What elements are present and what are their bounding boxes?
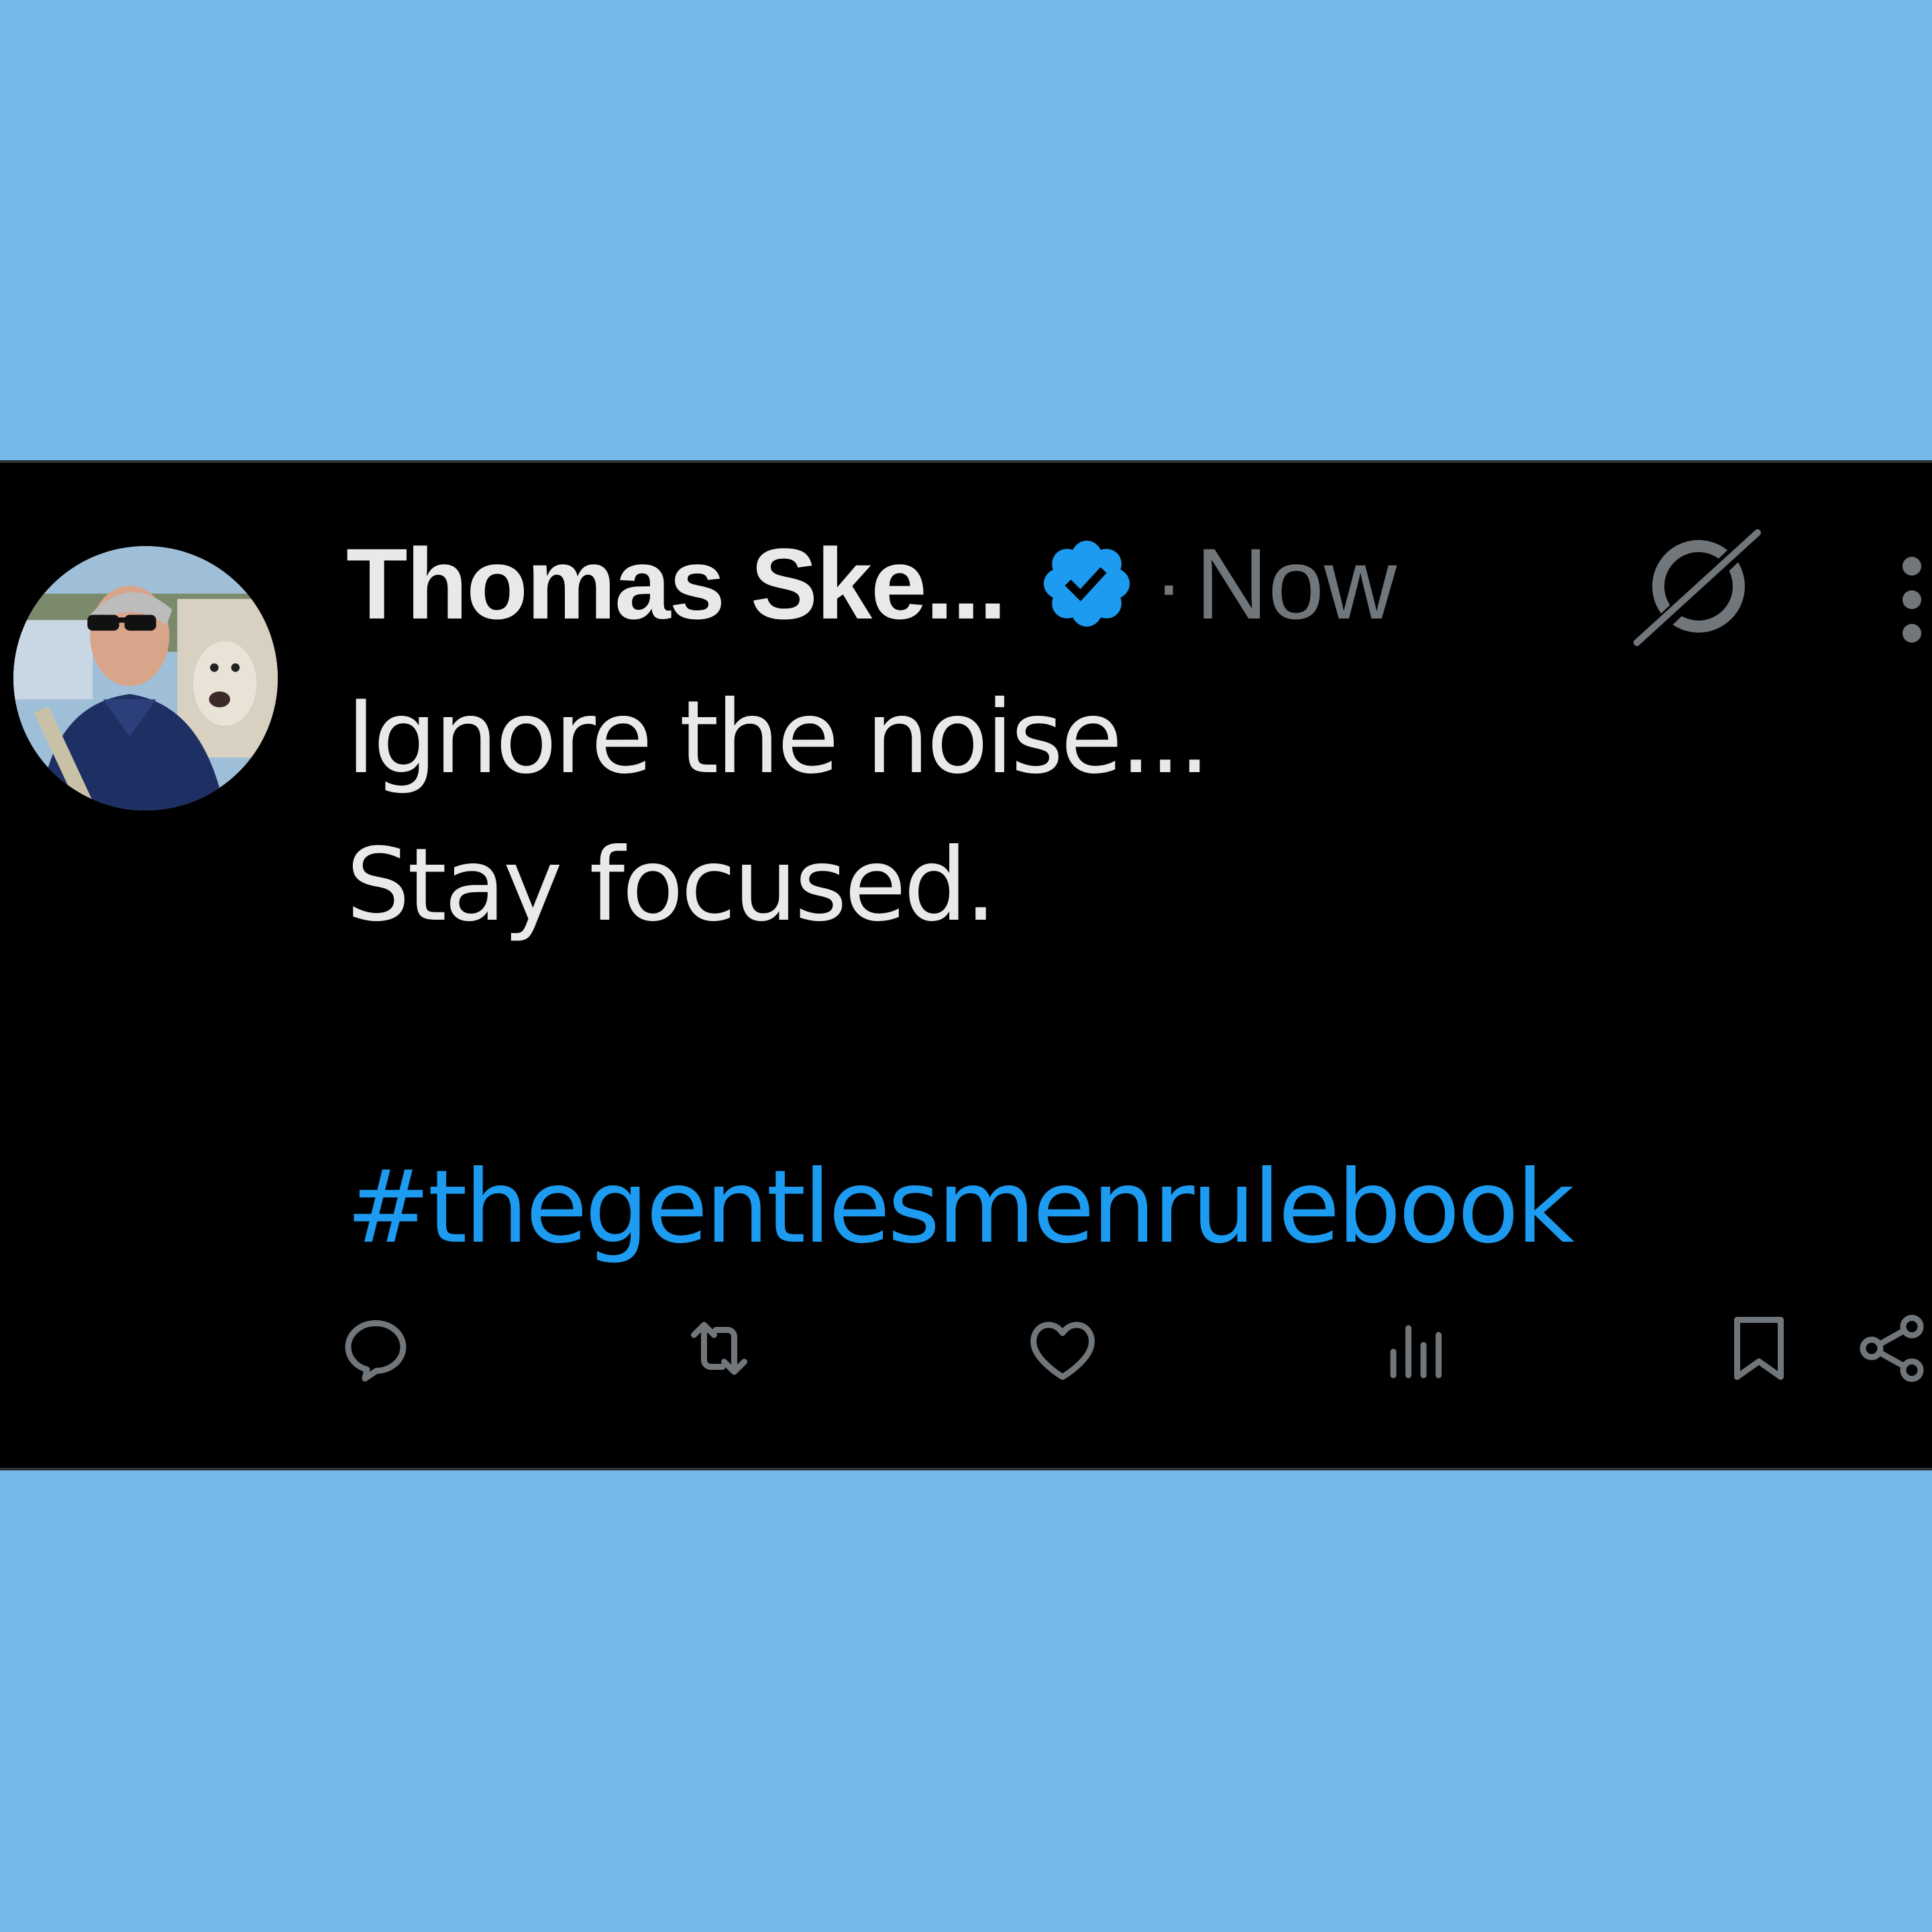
verified-badge-icon: [1043, 540, 1130, 627]
tweet-line-2: Stay focused.: [346, 827, 997, 944]
avatar-photo: [13, 546, 278, 810]
timestamp[interactable]: Now: [1195, 526, 1397, 642]
grok-icon[interactable]: [1629, 527, 1763, 648]
views-icon: [1390, 1325, 1442, 1379]
header-separator: ·: [1154, 535, 1183, 633]
share-icon: [1860, 1315, 1924, 1382]
views-button[interactable]: [1377, 1308, 1457, 1389]
tweet-text: Ignore the noise... Stay focused.: [346, 664, 1210, 959]
like-icon: [1030, 1322, 1095, 1380]
bookmark-icon: [1734, 1317, 1784, 1380]
retweet-icon: [691, 1322, 747, 1375]
more-icon[interactable]: [1892, 553, 1932, 647]
reply-button[interactable]: [335, 1308, 416, 1389]
avatar[interactable]: [13, 546, 278, 810]
bookmark-button[interactable]: [1719, 1308, 1799, 1389]
tweet-line-1: Ignore the noise...: [346, 680, 1210, 796]
reply-icon: [345, 1320, 407, 1382]
author-name[interactable]: Thomas Ske...: [346, 526, 1007, 642]
share-button[interactable]: [1851, 1308, 1932, 1389]
hashtag-link[interactable]: #thegentlesmenrulebook: [346, 1134, 1574, 1281]
tweet-card[interactable]: Thomas Ske... · Now Ignore the noise... …: [0, 460, 1932, 1470]
like-button[interactable]: [1022, 1308, 1103, 1389]
tweet-header: Thomas Ske... · Now: [346, 527, 1397, 640]
retweet-button[interactable]: [679, 1308, 759, 1389]
